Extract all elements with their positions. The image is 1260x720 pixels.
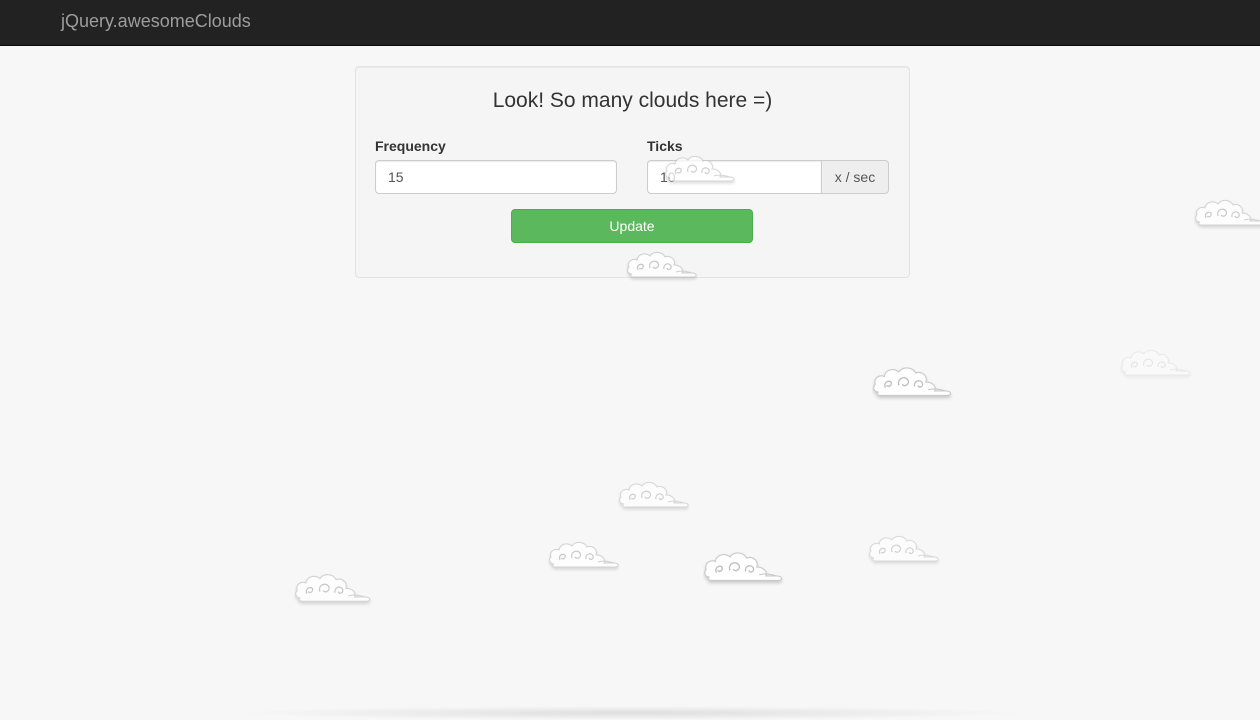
navbar: jQuery.awesomeClouds <box>0 0 1260 46</box>
cloud-icon <box>868 535 939 562</box>
frequency-input[interactable] <box>375 160 617 194</box>
cloud-icon <box>873 367 952 397</box>
frequency-label: Frequency <box>375 138 446 154</box>
cloud-icon <box>295 574 371 602</box>
panel-title: Look! So many clouds here =) <box>492 89 773 112</box>
cloud-icon <box>1194 199 1260 226</box>
navbar-brand[interactable]: jQuery.awesomeClouds <box>61 10 251 32</box>
settings-panel: Look! So many clouds here =) Frequency T… <box>355 66 910 278</box>
cloud-icon <box>618 481 689 508</box>
ticks-input[interactable] <box>647 160 822 194</box>
cloud-icon <box>548 541 619 568</box>
cloud-icon <box>704 552 783 582</box>
cloud-icon <box>1120 349 1191 376</box>
ticks-unit-addon: x / sec <box>821 160 889 194</box>
update-button[interactable]: Update <box>511 209 753 243</box>
ticks-label: Ticks <box>647 138 683 154</box>
